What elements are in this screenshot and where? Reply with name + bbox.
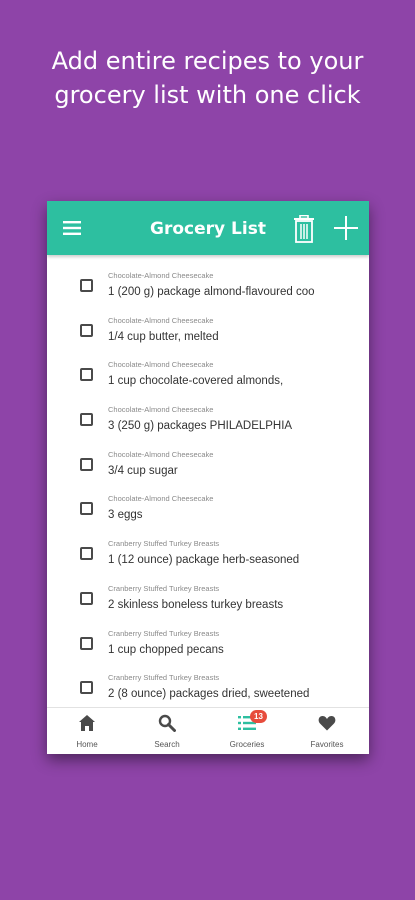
headline: Add entire recipes to your grocery list … <box>0 44 415 112</box>
item-recipe-name: Cranberry Stuffed Turkey Breasts <box>108 539 220 549</box>
list-item: Chocolate-Almond Cheesecake 1 cup chocol… <box>47 358 369 403</box>
item-ingredient: 1 cup chocolate-covered almonds, <box>108 375 284 388</box>
item-checkbox[interactable] <box>80 636 93 650</box>
item-ingredient: 1 (200 g) package almond-flavoured coo <box>108 286 315 298</box>
list-item: Chocolate-Almond Cheesecake 1 (200 g) pa… <box>47 269 369 314</box>
list-item: Chocolate-Almond Cheesecake 3 (250 g) pa… <box>47 403 369 448</box>
groceries-count-badge: 13 <box>250 710 267 723</box>
bottom-navigation: Home Search 13 Groceries Favorites <box>47 707 369 754</box>
item-recipe-name: Cranberry Stuffed Turkey Breasts <box>108 628 220 638</box>
list-item: Cranberry Stuffed Turkey Breasts 1 (12 o… <box>47 537 369 582</box>
nav-tab-search[interactable]: Search <box>127 708 207 754</box>
item-recipe-name: Chocolate-Almond Cheesecake <box>108 494 214 504</box>
item-recipe-name: Chocolate-Almond Cheesecake <box>108 405 214 415</box>
item-checkbox[interactable] <box>80 279 93 292</box>
item-checkbox[interactable] <box>80 323 93 337</box>
item-checkbox[interactable] <box>80 502 93 516</box>
headline-line-1: Add entire recipes to your <box>51 47 364 75</box>
item-checkbox[interactable] <box>80 457 93 471</box>
nav-tab-groceries[interactable]: 13 Groceries <box>207 708 287 754</box>
item-checkbox[interactable] <box>80 368 93 382</box>
item-recipe-name: Cranberry Stuffed Turkey Breasts <box>108 673 220 683</box>
page-title: Grocery List <box>150 219 266 239</box>
item-ingredient: 2 (8 ounce) packages dried, sweetened <box>108 688 310 701</box>
item-ingredient: 3 eggs <box>108 509 143 522</box>
item-ingredient: 2 skinless boneless turkey breasts <box>108 598 284 611</box>
plus-icon[interactable] <box>333 215 359 241</box>
nav-tab-favorites[interactable]: Favorites <box>287 708 367 754</box>
item-ingredient: 3/4 cup sugar <box>108 464 178 477</box>
item-recipe-name: Chocolate-Almond Cheesecake <box>108 315 214 325</box>
nav-label-home: Home <box>76 740 98 749</box>
item-recipe-name: Chocolate-Almond Cheesecake <box>108 271 214 280</box>
item-checkbox[interactable] <box>80 681 93 695</box>
list-item: Cranberry Stuffed Turkey Breasts 2 (8 ou… <box>47 671 369 707</box>
grocery-list: Chocolate-Almond Cheesecake 1 (200 g) pa… <box>47 255 369 707</box>
nav-label-favorites: Favorites <box>310 740 344 749</box>
list-item: Chocolate-Almond Cheesecake 3 eggs <box>47 492 369 537</box>
item-checkbox[interactable] <box>80 413 93 427</box>
item-recipe-name: Chocolate-Almond Cheesecake <box>108 449 214 459</box>
list-item: Chocolate-Almond Cheesecake 3/4 cup suga… <box>47 448 369 493</box>
heart-icon <box>318 716 336 731</box>
nav-label-search: Search <box>154 740 180 749</box>
item-checkbox[interactable] <box>80 591 93 605</box>
item-recipe-name: Cranberry Stuffed Turkey Breasts <box>108 583 220 593</box>
trash-icon[interactable] <box>293 215 315 243</box>
home-icon <box>79 715 95 731</box>
app-bar: Grocery List <box>47 201 369 255</box>
list-item: Cranberry Stuffed Turkey Breasts 2 skinl… <box>47 582 369 627</box>
item-checkbox[interactable] <box>80 547 93 561</box>
list-item: Cranberry Stuffed Turkey Breasts 1 cup c… <box>47 627 369 672</box>
item-ingredient: 1 (12 ounce) package herb-seasoned <box>108 554 300 567</box>
item-recipe-name: Chocolate-Almond Cheesecake <box>108 360 214 370</box>
app-screen: Grocery List Chocolate-Almond Cheesecake… <box>47 201 369 754</box>
list-item: Chocolate-Almond Cheesecake 1/4 cup butt… <box>47 314 369 359</box>
nav-tab-home[interactable]: Home <box>47 708 127 754</box>
item-ingredient: 1 cup chopped pecans <box>108 643 224 656</box>
search-icon <box>158 714 176 732</box>
item-ingredient: 3 (250 g) packages PHILADELPHIA <box>108 420 293 433</box>
nav-label-groceries: Groceries <box>229 740 265 749</box>
item-ingredient: 1/4 cup butter, melted <box>108 330 219 343</box>
headline-line-2: grocery list with one click <box>54 81 361 109</box>
